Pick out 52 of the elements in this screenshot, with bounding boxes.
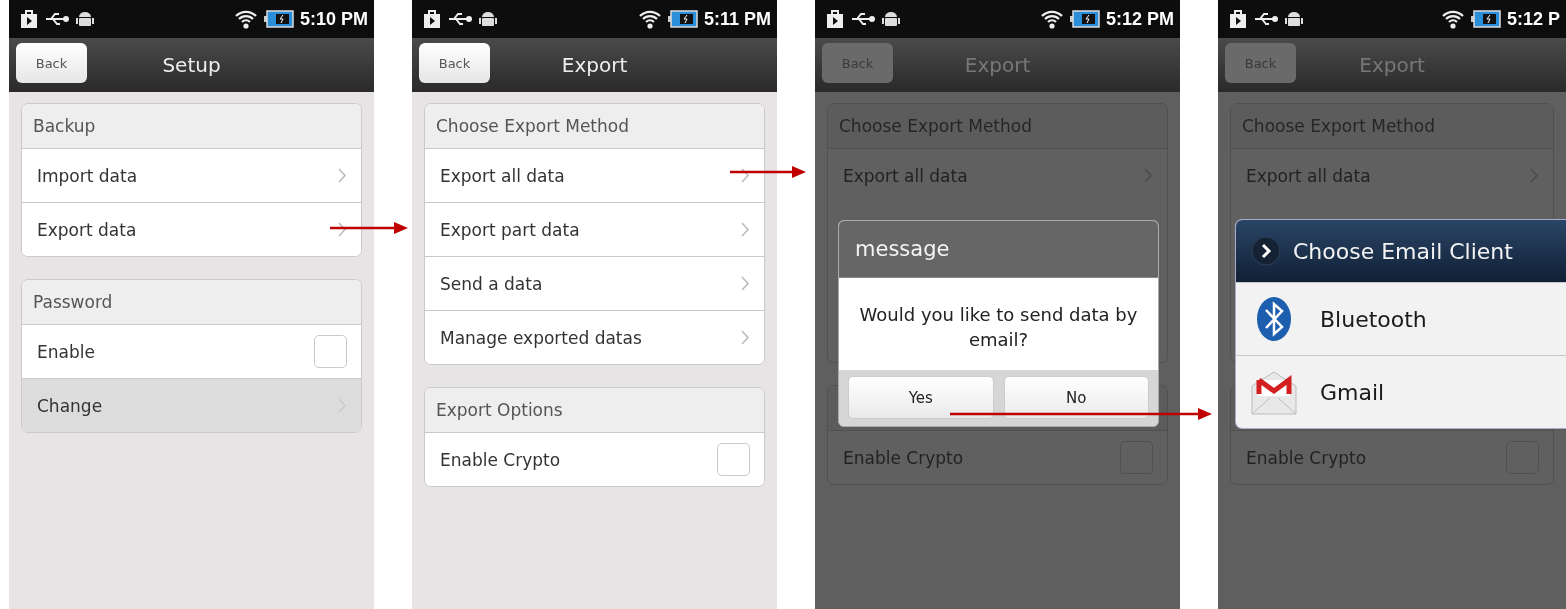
clock-time: 5:11 PM [703, 8, 771, 30]
dialog-button[interactable]: No [1003, 376, 1149, 420]
option-label: Enable Crypto [440, 449, 561, 470]
option-label: Enable Crypto [1246, 447, 1367, 468]
dialog-title: message [839, 221, 1158, 278]
chevron-icon [741, 222, 750, 237]
clock-time: 5:10 PM [299, 8, 368, 30]
chevron-icon [338, 168, 347, 183]
wifi-icon [1440, 9, 1465, 29]
dialog-message: Would you like to send data by email? [858, 303, 1139, 353]
usb-icon [45, 11, 69, 27]
android-robot-icon [75, 9, 95, 29]
wifi-icon [1039, 9, 1064, 29]
battery-icon [1470, 10, 1501, 28]
battery-icon [1069, 10, 1100, 28]
usb-icon [1254, 11, 1278, 27]
dialog-button[interactable]: Yes [848, 376, 994, 420]
back-button[interactable]: Back [419, 43, 490, 83]
shopping-bag-icon [1228, 9, 1248, 29]
chevron-icon [741, 330, 750, 345]
option-label: Enable [37, 341, 95, 362]
dialog-title: Choose Email Client [1293, 238, 1513, 264]
app-option[interactable]: Bluetooth [1236, 282, 1566, 355]
chevron-circle-icon [1251, 236, 1281, 266]
option-label: Enable Crypto [843, 447, 964, 468]
back-button[interactable]: Back [16, 43, 87, 83]
android-robot-icon [1284, 9, 1304, 29]
section-header: Choose Export Method [425, 104, 764, 149]
shopping-bag-icon [422, 9, 442, 29]
screen-title: Export [964, 53, 1031, 77]
screen-title: Export [561, 53, 628, 77]
wifi-icon [637, 9, 662, 29]
screen-title: Export [1359, 53, 1425, 77]
clock-time: 5:12 PM [1105, 8, 1174, 30]
section-header: Export Options [425, 388, 764, 433]
app-option[interactable]: Gmail [1236, 355, 1566, 428]
section-header: Password [22, 280, 361, 325]
wifi-icon [233, 9, 258, 29]
chevron-icon [338, 222, 347, 237]
shopping-bag-icon [19, 9, 39, 29]
chevron-icon [741, 168, 750, 183]
battery-icon [263, 10, 294, 28]
section-header: Backup [22, 104, 361, 149]
android-robot-icon [881, 9, 901, 29]
android-robot-icon [478, 9, 498, 29]
battery-icon [667, 10, 698, 28]
usb-icon [448, 11, 472, 27]
shopping-bag-icon [825, 9, 845, 29]
usb-icon [851, 11, 875, 27]
chevron-icon [741, 276, 750, 291]
clock-time: 5:12 P [1506, 8, 1560, 30]
screen-title: Setup [162, 53, 221, 77]
